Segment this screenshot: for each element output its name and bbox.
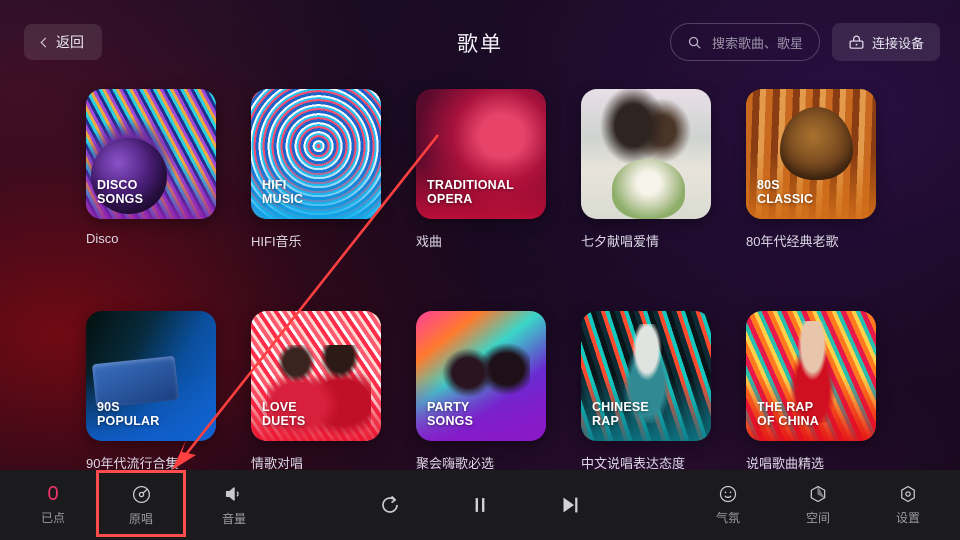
search-placeholder: 搜索歌曲、歌星 xyxy=(712,35,804,51)
playlist-cell: DISCO SONGS Disco xyxy=(86,89,216,250)
next-track-icon xyxy=(563,497,578,513)
card-cover-title: LOVE DUETS xyxy=(262,399,306,429)
settings-button[interactable]: 设置 xyxy=(877,470,939,540)
card-label: 80年代经典老歌 xyxy=(746,234,839,249)
original-vocal-button[interactable]: 原唱 xyxy=(96,470,186,540)
card-artwork xyxy=(581,89,711,219)
search-input[interactable]: 搜索歌曲、歌星 xyxy=(670,23,820,61)
playlist-cell: 90S POPULAR 90年代流行合集 xyxy=(86,311,216,472)
playlist-row: 90S POPULAR 90年代流行合集 LOVE DUETS 情歌对唱 PARTY S… xyxy=(86,311,876,472)
replay-button[interactable] xyxy=(360,470,420,540)
playlist-cell: TRADITIONAL OPERA 戏曲 xyxy=(416,89,546,250)
card-label: HIFI音乐 xyxy=(251,234,302,249)
playlist-row: DISCO SONGS Disco HIFI MUSIC HIFI音乐 TRADITIO… xyxy=(86,89,876,250)
card-cover-title: CHINESE RAP xyxy=(592,399,649,429)
playlist-grid: DISCO SONGS Disco HIFI MUSIC HIFI音乐 TRADITIO… xyxy=(86,89,876,472)
next-track-button[interactable] xyxy=(540,470,600,540)
gear-icon xyxy=(901,485,915,503)
original-vocal-label: 原唱 xyxy=(128,511,153,526)
karaoke-playlist-screen: 返回 歌单 搜索歌曲、歌星 连接设备 DISCO SONGS Disco HIFI … xyxy=(0,0,960,540)
connect-device-label: 连接设备 xyxy=(871,35,924,51)
volume-label: 音量 xyxy=(221,512,246,526)
queued-songs-button[interactable]: 0 已点 xyxy=(14,470,92,540)
card-cover-title: PARTY SONGS xyxy=(427,399,474,429)
cube-icon xyxy=(810,485,826,503)
playlist-card[interactable] xyxy=(581,89,711,219)
pause-button[interactable] xyxy=(450,470,510,540)
playlist-card[interactable]: PARTY SONGS xyxy=(416,311,546,441)
card-cover-title: DISCO SONGS xyxy=(97,177,144,207)
bottom-control-bar: 0 已点 原唱 音量 气氛 空间 设置 xyxy=(0,470,960,540)
playlist-cell: CHINESE RAP 中文说唱表达态度 xyxy=(581,311,711,472)
playlist-cell: THE RAP OF CHINA 说唱歌曲精选 xyxy=(746,311,876,472)
card-cover-title: 90S POPULAR xyxy=(97,399,160,429)
playlist-cell: 七夕献唱爱情 xyxy=(581,89,711,250)
settings-label: 设置 xyxy=(895,511,920,525)
playlist-card[interactable]: 80S CLASSIC xyxy=(746,89,876,219)
card-label: 戏曲 xyxy=(416,234,443,249)
space-label: 空间 xyxy=(805,511,830,525)
card-cover-title: 80S CLASSIC xyxy=(757,177,814,207)
card-cover-title: HIFI MUSIC xyxy=(262,177,304,207)
card-cover-title: THE RAP OF CHINA xyxy=(757,399,820,429)
playlist-card[interactable]: THE RAP OF CHINA xyxy=(746,311,876,441)
replay-icon xyxy=(382,495,398,513)
card-label: 七夕献唱爱情 xyxy=(581,234,660,249)
connect-device-button[interactable]: 连接设备 xyxy=(832,23,940,61)
pause-icon xyxy=(475,498,485,512)
card-cover-title: TRADITIONAL OPERA xyxy=(427,177,514,207)
mood-label: 气氛 xyxy=(715,511,740,525)
smiley-icon xyxy=(719,485,737,503)
speaker-icon xyxy=(225,487,239,501)
playlist-card[interactable]: TRADITIONAL OPERA xyxy=(416,89,546,219)
playlist-card[interactable]: DISCO SONGS xyxy=(86,89,216,219)
card-label: Disco xyxy=(86,231,119,246)
mood-button[interactable]: 气氛 xyxy=(697,470,759,540)
disc-icon xyxy=(132,485,150,503)
cast-device-icon xyxy=(849,35,864,49)
playlist-card[interactable]: 90S POPULAR xyxy=(86,311,216,441)
header-bar: 返回 歌单 搜索歌曲、歌星 连接设备 xyxy=(0,0,960,82)
playlist-card[interactable]: HIFI MUSIC xyxy=(251,89,381,219)
queued-label: 已点 xyxy=(40,511,65,525)
search-icon xyxy=(688,36,701,49)
playlist-cell: LOVE DUETS 情歌对唱 xyxy=(251,311,381,472)
space-button[interactable]: 空间 xyxy=(787,470,849,540)
playlist-card[interactable]: LOVE DUETS xyxy=(251,311,381,441)
playlist-card[interactable]: CHINESE RAP xyxy=(581,311,711,441)
volume-button[interactable]: 音量 xyxy=(196,470,272,540)
queued-count: 0 xyxy=(47,483,59,505)
playlist-cell: 80S CLASSIC 80年代经典老歌 xyxy=(746,89,876,250)
playlist-cell: HIFI MUSIC HIFI音乐 xyxy=(251,89,381,250)
playlist-cell: PARTY SONGS 聚会嗨歌必选 xyxy=(416,311,546,472)
